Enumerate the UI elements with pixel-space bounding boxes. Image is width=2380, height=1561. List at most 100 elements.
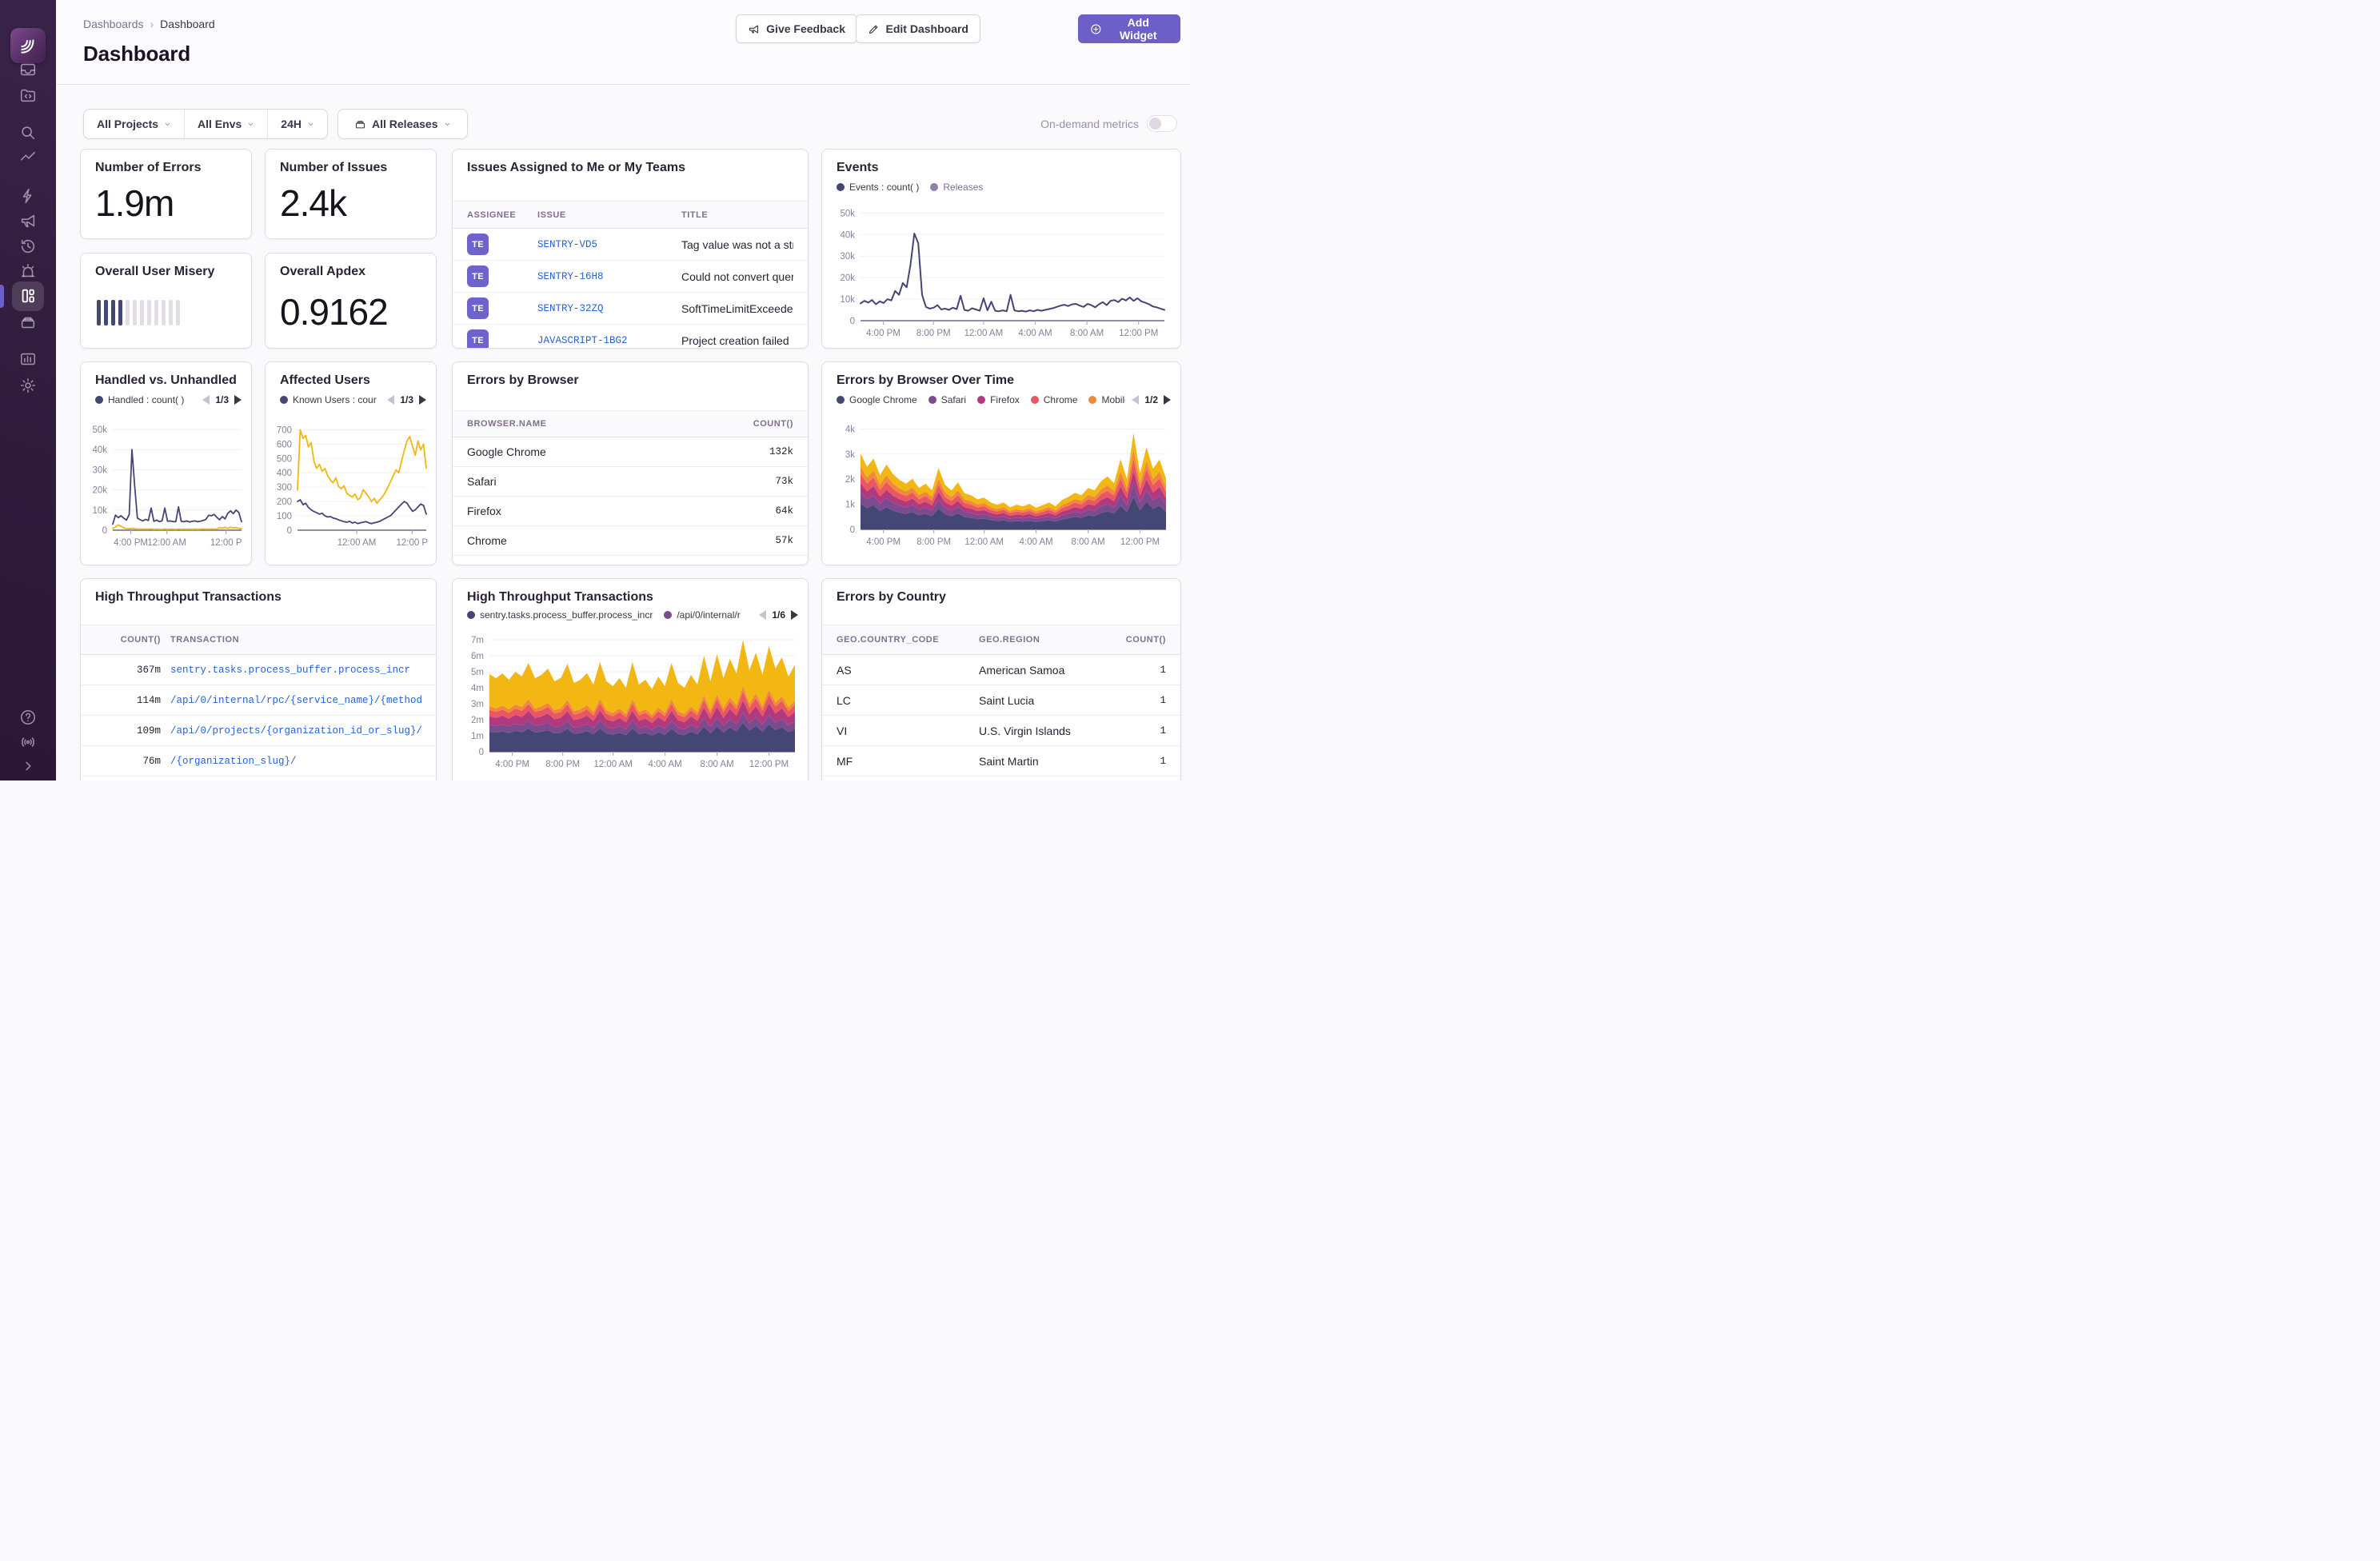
table-link[interactable]: SENTRY-32ZQ	[537, 303, 672, 314]
legend-item[interactable]: Google Chrome	[837, 394, 917, 405]
pencil-icon	[868, 23, 880, 35]
issues-icon[interactable]	[19, 61, 37, 78]
column-header[interactable]: ASSIGNEE	[467, 210, 528, 220]
replays-icon[interactable]	[19, 238, 37, 255]
pager-next-icon[interactable]	[791, 610, 798, 620]
megaphone-icon[interactable]	[19, 212, 37, 230]
legend-dot	[95, 396, 103, 404]
collapse-sidebar-icon[interactable]	[19, 757, 37, 775]
pager-prev-icon[interactable]	[202, 395, 210, 405]
svg-text:20k: 20k	[840, 273, 855, 283]
project-filter[interactable]: All Projects	[84, 110, 184, 138]
legend-item[interactable]: Known Users : cour	[280, 394, 377, 405]
release-filter-group: All Releases	[337, 109, 468, 139]
widget-number-of-issues[interactable]: Number of Issues 2.4k	[265, 149, 437, 239]
table-link[interactable]: SENTRY-VD5	[537, 239, 672, 250]
table-link[interactable]: sentry.tasks.process_buffer.process_incr	[170, 665, 421, 676]
pager-next-icon[interactable]	[234, 395, 242, 405]
table-row: VIU.S. Virgin Islands1	[822, 716, 1180, 746]
breadcrumb-dashboards-link[interactable]: Dashboards	[83, 18, 144, 30]
column-header[interactable]: GEO.REGION	[979, 635, 1105, 645]
releases-icon[interactable]	[19, 313, 37, 331]
svg-text:8:00 PM: 8:00 PM	[916, 329, 951, 338]
legend-item[interactable]: Releases	[930, 182, 983, 193]
on-demand-metrics-toggle[interactable]	[1147, 115, 1177, 132]
pager-next-icon[interactable]	[419, 395, 426, 405]
environment-filter[interactable]: All Envs	[184, 110, 267, 138]
widget-handled-vs-unhandled[interactable]: Handled vs. Unhandled Handled : count( )…	[80, 361, 252, 565]
assignee-badge: TE	[467, 234, 489, 255]
widget-issues-assigned[interactable]: Issues Assigned to Me or My Teams ASSIGN…	[452, 149, 809, 349]
legend-item[interactable]: Firefox	[977, 394, 1020, 405]
dashboards-icon[interactable]	[19, 287, 37, 305]
breadcrumb-chevron: ›	[150, 18, 154, 30]
pager-next-icon[interactable]	[1164, 395, 1171, 405]
pager-prev-icon[interactable]	[1132, 395, 1139, 405]
cell-text: Tag value was not a string	[681, 238, 793, 251]
page-filter-group: All Projects All Envs 24H	[83, 109, 328, 139]
widget-high-throughput-transactions-table[interactable]: High Throughput Transactions COUNT()TRAN…	[80, 578, 437, 780]
legend-item[interactable]: Safari	[928, 394, 966, 405]
widget-errors-by-browser[interactable]: Errors by Browser BROWSER.NAMECOUNT()Goo…	[452, 361, 809, 565]
column-header[interactable]: COUNT()	[729, 419, 793, 429]
transactions-stacked-area-chart: 01m2m3m4m5m6m7m4:00 PM8:00 PM12:00 AM4:0…	[461, 629, 801, 773]
column-header[interactable]: ISSUE	[537, 210, 672, 220]
table-link[interactable]: /{organization_slug}/	[170, 756, 421, 767]
widget-overall-apdex[interactable]: Overall Apdex 0.9162	[265, 253, 437, 349]
legend-dot	[837, 396, 845, 404]
widget-affected-users[interactable]: Affected Users Known Users : cour1/3 010…	[265, 361, 437, 565]
widget-number-of-errors[interactable]: Number of Errors 1.9m	[80, 149, 252, 239]
column-header[interactable]: BROWSER.NAME	[467, 419, 720, 429]
page-title: Dashboard	[83, 42, 190, 66]
pager-prev-icon[interactable]	[759, 610, 766, 620]
sentry-logo-icon[interactable]	[10, 28, 46, 63]
give-feedback-button[interactable]: Give Feedback	[736, 14, 857, 43]
whats-new-icon[interactable]	[19, 733, 37, 751]
stats-icon[interactable]	[19, 350, 37, 368]
legend-item[interactable]: Mobile S	[1088, 394, 1125, 405]
legend-item[interactable]: Handled : count( )	[95, 394, 184, 405]
table-row	[81, 777, 436, 780]
projects-icon[interactable]	[19, 86, 37, 104]
table-link[interactable]: /api/0/projects/{organization_id_or_slug…	[170, 725, 421, 737]
svg-text:4:00 AM: 4:00 AM	[1018, 329, 1052, 338]
edit-dashboard-button[interactable]: Edit Dashboard	[856, 14, 980, 43]
column-header[interactable]: COUNT()	[1115, 635, 1166, 645]
performance-icon[interactable]	[19, 149, 37, 166]
add-widget-button[interactable]: Add Widget	[1078, 14, 1180, 43]
sidebar	[0, 0, 56, 780]
column-header[interactable]: GEO.COUNTRY_CODE	[837, 635, 969, 645]
settings-icon[interactable]	[19, 377, 37, 394]
table-link[interactable]: SENTRY-16H8	[537, 271, 672, 282]
release-filter[interactable]: All Releases	[341, 110, 464, 138]
table-link[interactable]: /api/0/internal/rpc/{service_name}/{meth…	[170, 695, 421, 706]
toggle-knob	[1149, 118, 1161, 130]
widget-errors-by-country[interactable]: Errors by Country GEO.COUNTRY_CODEGEO.RE…	[821, 578, 1181, 780]
count-value: 1	[1115, 665, 1166, 676]
widget-events[interactable]: Events Events : count( )Releases 010k20k…	[821, 149, 1181, 349]
legend-item[interactable]: Chrome	[1031, 394, 1078, 405]
widget-high-throughput-transactions-chart[interactable]: High Throughput Transactions sentry.task…	[452, 578, 809, 780]
svg-text:300: 300	[277, 483, 292, 493]
table-link[interactable]: JAVASCRIPT-1BG2	[537, 335, 672, 346]
time-range-filter[interactable]: 24H	[267, 110, 327, 138]
lightning-icon[interactable]	[19, 187, 37, 205]
search-icon[interactable]	[19, 124, 37, 142]
column-header[interactable]: COUNT()	[95, 635, 161, 645]
legend-dot	[837, 183, 845, 191]
svg-text:12:00 PM: 12:00 PM	[1120, 537, 1160, 547]
column-header[interactable]: TITLE	[681, 210, 793, 220]
widget-errors-by-browser-over-time[interactable]: Errors by Browser Over Time Google Chrom…	[821, 361, 1181, 565]
pager-prev-icon[interactable]	[387, 395, 394, 405]
cell-text: American Samoa	[979, 664, 1105, 677]
svg-text:8:00 AM: 8:00 AM	[1071, 537, 1104, 547]
legend-item[interactable]: Events : count( )	[837, 182, 919, 193]
pager-label: 1/6	[772, 609, 785, 621]
alerts-icon[interactable]	[19, 262, 37, 280]
legend-item[interactable]: sentry.tasks.process_buffer.process_incr	[467, 609, 653, 621]
help-icon[interactable]	[19, 709, 37, 726]
widget-overall-user-misery[interactable]: Overall User Misery	[80, 253, 252, 349]
column-header[interactable]: TRANSACTION	[170, 635, 421, 645]
legend-item[interactable]: /api/0/internal/r	[664, 609, 740, 621]
svg-text:8:00 PM: 8:00 PM	[916, 537, 951, 547]
